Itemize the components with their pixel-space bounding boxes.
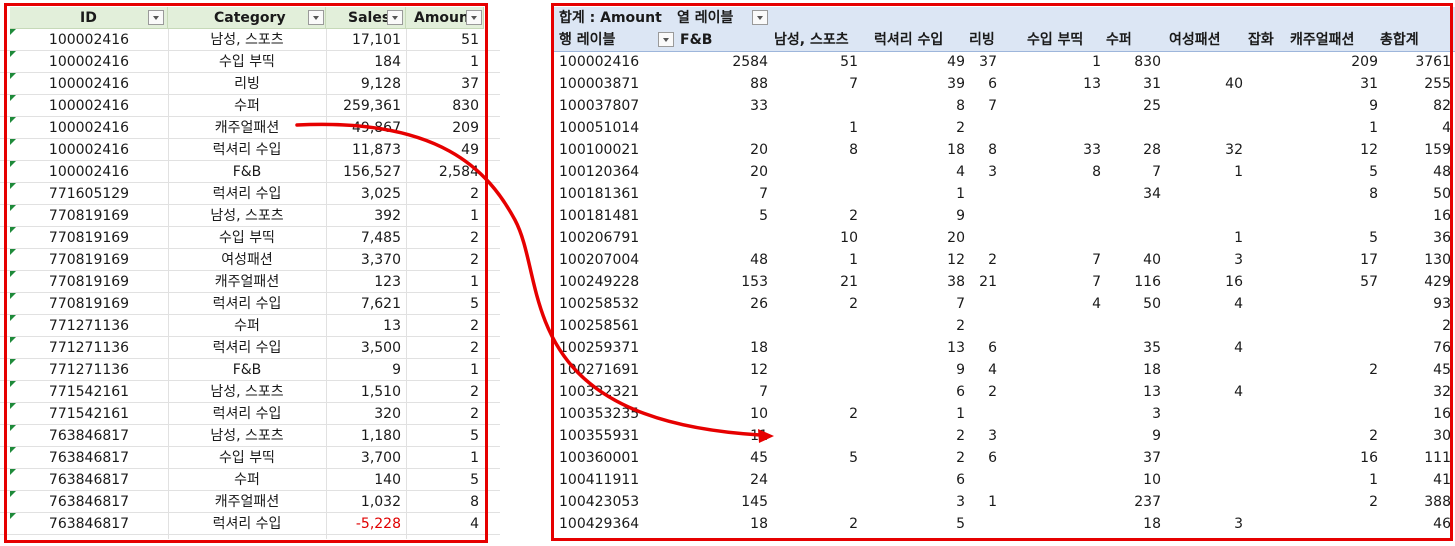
arrow-connector <box>295 122 774 443</box>
